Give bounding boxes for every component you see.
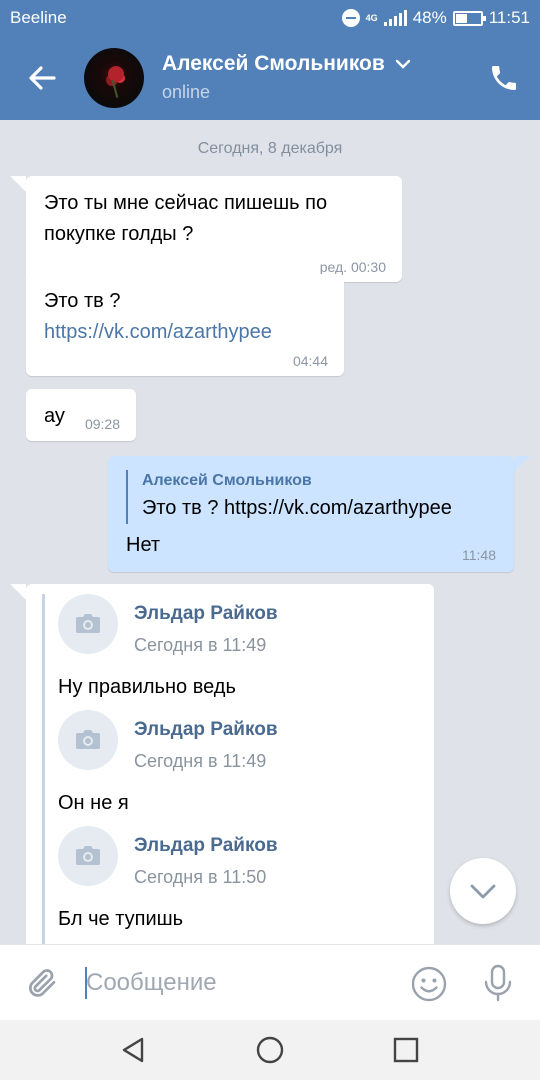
message-list[interactable]: Сегодня, 8 декабря Это ты мне сейчас пиш… — [0, 120, 540, 944]
message-line: покупке голды ? — [44, 223, 194, 245]
quote-author: Алексей Смольников — [142, 472, 312, 489]
chat-header: Алексей Смольников online — [0, 36, 540, 120]
forward-date: Сегодня в 11:50 — [134, 867, 267, 887]
message-link[interactable]: https://vk.com/azarthypee — [44, 317, 272, 348]
forward-date: Сегодня в 11:49 — [134, 635, 267, 655]
call-button[interactable] — [488, 62, 520, 94]
composer — [0, 944, 540, 1020]
message-text: ау — [44, 405, 65, 427]
message-text: Это тв ? https://vk.com/azarthypee — [44, 286, 272, 348]
message-line: Это ты мне сейчас пишешь по — [44, 192, 328, 214]
emoji-button[interactable] — [410, 965, 448, 1003]
avatar[interactable] — [84, 48, 144, 108]
incoming-message[interactable]: Это тв ? https://vk.com/azarthypee 04:44 — [26, 274, 344, 376]
outgoing-message[interactable]: Алексей Смольников Это тв ? https://vk.c… — [108, 456, 514, 572]
incoming-message[interactable]: Это ты мне сейчас пишешь по покупке голд… — [26, 176, 402, 282]
incoming-message[interactable]: ау 09:28 — [26, 389, 136, 441]
square-recents-icon — [393, 1037, 419, 1063]
phone-icon — [492, 66, 516, 90]
status-bar: Beeline 4G 48% 11:51 — [0, 0, 540, 36]
forward-author[interactable]: Эльдар Райков — [134, 830, 278, 861]
nav-home-button[interactable] — [254, 1034, 286, 1066]
forward-line — [42, 594, 45, 944]
message-input[interactable] — [86, 967, 386, 999]
back-button[interactable] — [22, 58, 62, 98]
status-icons: 4G 48% 11:51 — [341, 8, 530, 28]
voice-message-button[interactable] — [480, 963, 516, 1003]
camera-avatar[interactable] — [58, 710, 118, 770]
forward-author[interactable]: Эльдар Райков — [134, 714, 278, 745]
quote-text: Это тв ? https://vk.com/azarthypee — [142, 497, 452, 519]
message-line: Это тв ? — [44, 290, 121, 312]
scroll-down-button[interactable] — [450, 858, 516, 924]
bubble-tail — [10, 584, 26, 600]
attach-button[interactable] — [24, 965, 60, 1001]
forward-author[interactable]: Эльдар Райков — [134, 598, 278, 629]
avatar-stem — [111, 80, 119, 98]
message-time: 11:48 — [462, 547, 496, 563]
smile-icon — [411, 966, 447, 1002]
forward-text: Он не я — [58, 792, 129, 814]
forwarded-message[interactable]: Эльдар Райков Сегодня в 11:49 Ну правиль… — [26, 584, 434, 944]
paperclip-icon — [28, 969, 56, 997]
network-type: 4G — [365, 12, 378, 23]
contact-status: online — [162, 82, 211, 102]
forward-text: Ну правильно ведь — [58, 676, 236, 698]
camera-icon — [76, 846, 100, 865]
microphone-icon — [484, 964, 512, 1002]
message-text: Это ты мне сейчас пишешь по покупке голд… — [44, 188, 327, 250]
system-nav-bar — [0, 1020, 540, 1080]
message-time: ред. 00:30 — [319, 259, 386, 275]
camera-icon — [76, 614, 100, 633]
forward-date: Сегодня в 11:49 — [134, 751, 267, 771]
camera-avatar[interactable] — [58, 594, 118, 654]
message-time: 04:44 — [292, 353, 328, 369]
triangle-back-icon — [122, 1037, 144, 1063]
carrier-name: Beeline — [10, 8, 67, 27]
nav-back-button[interactable] — [118, 1034, 150, 1066]
bubble-tail — [10, 176, 26, 192]
forward-text: Бл че тупишь — [58, 908, 184, 930]
battery-icon — [452, 10, 486, 26]
clock: 11:51 — [488, 8, 530, 27]
battery-level — [455, 13, 468, 23]
bubble-tail — [514, 456, 530, 472]
chevron-down-icon — [470, 884, 496, 899]
chevron-down-icon — [395, 59, 410, 69]
circle-home-icon — [256, 1036, 284, 1064]
signal-icon — [383, 10, 407, 26]
camera-icon — [76, 730, 100, 749]
camera-avatar[interactable] — [58, 826, 118, 886]
date-separator: Сегодня, 8 декабря — [197, 140, 343, 157]
reply-quote[interactable]: Алексей Смольников Это тв ? https://vk.c… — [126, 470, 452, 524]
message-time: 09:28 — [84, 416, 120, 432]
battery-percent: 48% — [412, 8, 447, 27]
arrow-left-icon — [29, 66, 56, 90]
message-text: Нет — [126, 534, 161, 556]
nav-recents-button[interactable] — [390, 1034, 422, 1066]
avatar-rose — [108, 66, 124, 82]
do-not-disturb-icon — [341, 9, 360, 27]
contact-title[interactable]: Алексей Смольников — [162, 52, 411, 76]
contact-name: Алексей Смольников — [162, 52, 385, 75]
